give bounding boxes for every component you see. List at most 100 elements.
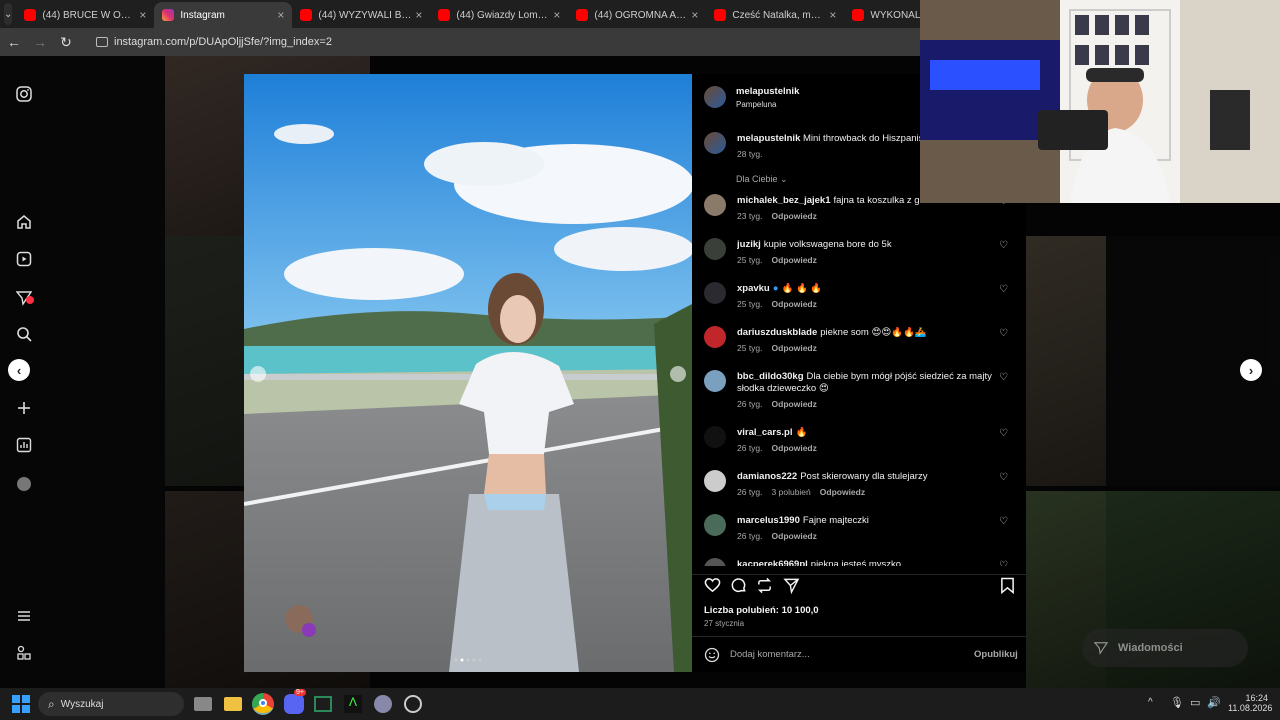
likes-count[interactable]: Liczba polubień: 10 100,0 bbox=[704, 605, 819, 616]
site-info-icon[interactable] bbox=[96, 37, 108, 47]
create-icon[interactable] bbox=[14, 398, 34, 418]
comment-button[interactable] bbox=[730, 577, 747, 599]
reply-button[interactable]: Odpowiedz bbox=[772, 211, 817, 221]
comment-filter-dropdown[interactable]: Dla Ciebie ⌄ bbox=[736, 174, 788, 185]
messages-float-button[interactable]: Wiadomości bbox=[1082, 629, 1248, 667]
author-username[interactable]: melapustelnik bbox=[736, 86, 799, 97]
close-tab-icon[interactable]: × bbox=[553, 8, 560, 22]
microphone-icon[interactable]: 🎙 bbox=[1170, 696, 1184, 709]
messages-icon[interactable] bbox=[14, 288, 34, 308]
reels-icon[interactable] bbox=[14, 249, 34, 269]
excel-icon[interactable] bbox=[314, 696, 332, 712]
commenter-avatar[interactable] bbox=[704, 558, 726, 566]
comment-username[interactable]: marcelus1990 bbox=[737, 515, 800, 526]
comment-like-icon[interactable]: ♡ bbox=[999, 240, 1008, 251]
comment-like-icon[interactable]: ♡ bbox=[999, 428, 1008, 439]
close-tab-icon[interactable]: × bbox=[277, 8, 284, 22]
clock[interactable]: 16:24 11.08.2026 bbox=[1228, 693, 1272, 713]
previous-post-button[interactable]: ‹ bbox=[8, 359, 30, 381]
comment-like-icon[interactable]: ♡ bbox=[999, 560, 1008, 566]
close-tab-icon[interactable]: × bbox=[139, 8, 146, 22]
caption-avatar[interactable] bbox=[704, 132, 726, 154]
reply-button[interactable]: Odpowiedz bbox=[772, 443, 817, 453]
chrome-icon[interactable] bbox=[252, 693, 274, 715]
comment-username[interactable]: damianos222 bbox=[737, 471, 797, 482]
commenter-avatar[interactable] bbox=[704, 238, 726, 260]
browser-tab[interactable]: Cześć Natalka, możesz wy × bbox=[706, 2, 844, 28]
app-icon[interactable] bbox=[404, 695, 422, 713]
search-icon[interactable] bbox=[14, 324, 34, 344]
carousel-next-button[interactable] bbox=[670, 366, 686, 382]
carousel-prev-button[interactable] bbox=[250, 366, 266, 382]
comment-username[interactable]: michalek_bez_jajek1 bbox=[737, 195, 830, 206]
home-icon[interactable] bbox=[14, 212, 34, 232]
comment-likes[interactable]: 3 polubień bbox=[772, 487, 811, 497]
commenter-avatar[interactable] bbox=[704, 426, 726, 448]
commenter-avatar[interactable] bbox=[704, 326, 726, 348]
insights-icon[interactable] bbox=[14, 435, 34, 455]
terminal-icon[interactable]: Ʌ bbox=[344, 695, 362, 713]
comment-like-icon[interactable]: ♡ bbox=[999, 284, 1008, 295]
reply-button[interactable]: Odpowiedz bbox=[772, 399, 817, 409]
close-tab-icon[interactable]: × bbox=[829, 8, 836, 22]
commenter-avatar[interactable] bbox=[704, 514, 726, 536]
address-bar[interactable]: instagram.com/p/DUApOljjSfe/?img_index=2 bbox=[86, 31, 912, 53]
back-icon[interactable]: ← bbox=[2, 34, 26, 50]
close-tab-icon[interactable]: × bbox=[415, 8, 422, 22]
windows-start-icon[interactable] bbox=[12, 695, 30, 713]
caption-username[interactable]: melapustelnik bbox=[737, 133, 800, 144]
reply-button[interactable]: Odpowiedz bbox=[772, 299, 817, 309]
browser-tab[interactable]: (44) OGROMNA AFERA F × bbox=[568, 2, 706, 28]
browser-tab[interactable]: (44) WYZYWALI BUDDĘ N × bbox=[292, 2, 430, 28]
next-post-button[interactable]: › bbox=[1240, 359, 1262, 381]
comments-list[interactable]: michalek_bez_jajek1 fajna ta koszulka z g… bbox=[692, 192, 1026, 566]
taskbar-search[interactable]: ⌕ Wyszukaj bbox=[38, 692, 184, 716]
comment-username[interactable]: bbc_dildo30kg bbox=[737, 371, 804, 382]
repost-button[interactable] bbox=[756, 577, 773, 599]
tray-chevron-icon[interactable]: ^ bbox=[1148, 697, 1153, 708]
close-tab-icon[interactable]: × bbox=[691, 8, 698, 22]
commenter-avatar[interactable] bbox=[704, 194, 726, 216]
author-avatar[interactable] bbox=[704, 86, 726, 108]
network-icon[interactable]: ▭ bbox=[1190, 696, 1200, 709]
comment-like-icon[interactable]: ♡ bbox=[999, 516, 1008, 527]
comment-like-icon[interactable]: ♡ bbox=[999, 328, 1008, 339]
add-comment-input[interactable]: Dodaj komentarz... bbox=[730, 649, 950, 660]
comment-username[interactable]: xpavku bbox=[737, 283, 770, 294]
like-button[interactable] bbox=[704, 577, 721, 599]
reload-icon[interactable]: ↻ bbox=[54, 34, 78, 51]
tab-search-button[interactable]: ⌄ bbox=[4, 3, 13, 25]
forward-icon[interactable]: → bbox=[28, 34, 52, 50]
reply-button[interactable]: Odpowiedz bbox=[772, 531, 817, 541]
reply-button[interactable]: Odpowiedz bbox=[772, 255, 817, 265]
commenter-avatar[interactable] bbox=[704, 282, 726, 304]
share-button[interactable] bbox=[783, 577, 800, 599]
reply-button[interactable]: Odpowiedz bbox=[772, 343, 817, 353]
profile-avatar[interactable] bbox=[14, 474, 34, 494]
browser-tab[interactable]: (44) Gwiazdy Lombardu T × bbox=[430, 2, 568, 28]
reply-button[interactable]: Odpowiedz bbox=[820, 487, 865, 497]
commenter-avatar[interactable] bbox=[704, 470, 726, 492]
volume-icon[interactable]: 🔊 bbox=[1207, 696, 1221, 709]
comment-username[interactable]: juzikj bbox=[737, 239, 761, 250]
browser-tab[interactable]: Instagram × bbox=[154, 2, 293, 28]
tagged-user-avatar[interactable] bbox=[285, 605, 313, 633]
apps-icon[interactable] bbox=[14, 643, 34, 663]
comment-like-icon[interactable]: ♡ bbox=[999, 472, 1008, 483]
browser-tab[interactable]: (44) BRUCE W OPŁAKANE × bbox=[16, 2, 154, 28]
settings-icon[interactable] bbox=[374, 695, 392, 713]
menu-icon[interactable] bbox=[14, 606, 34, 626]
instagram-logo-icon[interactable] bbox=[14, 84, 34, 104]
task-view-icon[interactable] bbox=[194, 697, 212, 711]
comment-username[interactable]: viral_cars.pl bbox=[737, 427, 792, 438]
comment-username[interactable]: kacperek6969pl bbox=[737, 559, 808, 566]
discord-icon[interactable]: 9+ bbox=[284, 689, 306, 714]
publish-button[interactable]: Opublikuj bbox=[974, 649, 1018, 660]
emoji-button[interactable] bbox=[704, 647, 720, 668]
comment-username[interactable]: dariuszduskblade bbox=[737, 327, 817, 338]
post-location[interactable]: Pampeluna bbox=[736, 100, 776, 109]
commenter-avatar[interactable] bbox=[704, 370, 726, 392]
save-button[interactable] bbox=[1000, 577, 1015, 599]
comment-like-icon[interactable]: ♡ bbox=[999, 372, 1008, 383]
file-explorer-icon[interactable] bbox=[224, 697, 242, 711]
